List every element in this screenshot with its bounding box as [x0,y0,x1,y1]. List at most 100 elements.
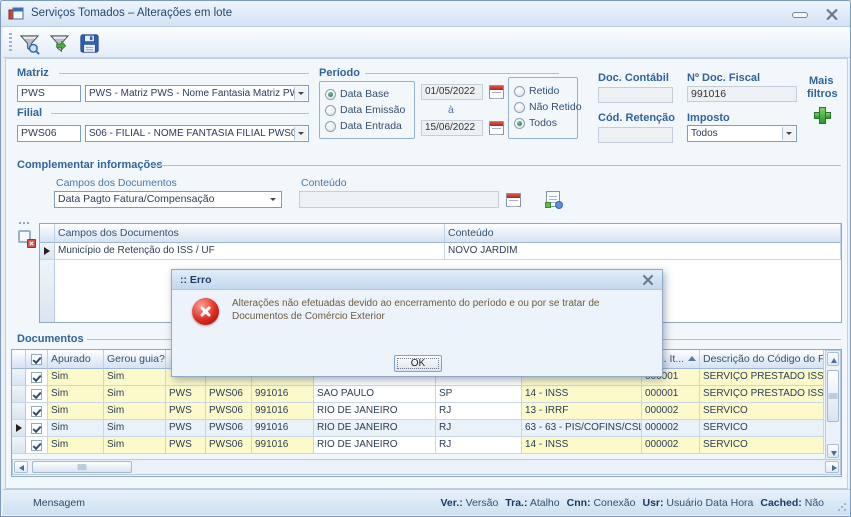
save-button[interactable] [75,29,103,56]
table-cell[interactable]: 13 - IRRF [522,403,642,420]
delete-row-button[interactable] [16,228,36,248]
table-cell[interactable]: PWS06 [206,420,252,437]
scroll-right-button[interactable] [825,461,839,473]
table-cell[interactable]: Sim [48,403,104,420]
table-cell[interactable]: 14 - INSS [522,437,642,454]
table-cell[interactable]: RIO DE JANEIRO [314,420,436,437]
table-row[interactable]: SimSimPWSPWS06991016RIO DE JANEIRORJ63 -… [12,420,841,437]
row-checkbox-cell[interactable] [26,437,48,454]
radio-option[interactable]: Data Base [320,86,414,102]
table-cell[interactable]: 000001 [642,386,700,403]
radio-option[interactable]: Todos [509,115,577,131]
table-cell[interactable]: Sim [104,369,166,386]
table-cell[interactable]: SERVIÇO PRESTADO ISS [700,369,824,386]
matriz-code-input[interactable]: PWS [17,85,81,102]
table-cell[interactable]: PWS [166,386,206,403]
select-all-header[interactable] [26,350,48,369]
calendar-icon[interactable] [489,121,504,135]
table-cell[interactable]: NOVO JARDIM [445,243,841,260]
radio-option[interactable]: Data Emissão [320,102,414,118]
titlebar[interactable]: Serviços Tomados – Alterações em lote [1,1,850,27]
table-cell[interactable]: 000002 [642,420,700,437]
table-cell[interactable]: PWS [166,437,206,454]
table-cell[interactable]: 991016 [252,437,314,454]
date-from-input[interactable]: 01/05/2022 [421,84,483,100]
chevron-down-icon[interactable] [267,193,280,206]
row-checkbox-cell[interactable] [26,386,48,403]
table-cell[interactable]: SP [436,386,522,403]
resize-grip[interactable] [837,502,847,512]
table-row[interactable]: SimSimPWSPWS06991016SAO PAULOSP14 - INSS… [12,386,841,403]
checkbox-icon[interactable] [31,389,42,400]
table-cell[interactable]: Município de Retenção do ISS / UF [55,243,445,260]
column-header[interactable]: Conteúdo [445,224,841,243]
table-cell[interactable]: 991016 [252,386,314,403]
minimize-button[interactable] [792,12,808,18]
mais-filtros-add-icon[interactable] [814,107,829,122]
table-cell[interactable]: PWS06 [206,403,252,420]
scrollbar-thumb[interactable] [827,370,839,422]
column-header[interactable]: Descrição do Código do P [700,350,824,369]
table-cell[interactable]: Sim [48,437,104,454]
column-header[interactable]: Campos dos Documentos [55,224,445,243]
radio-option[interactable]: Retido [509,83,577,99]
table-cell[interactable]: Sim [104,386,166,403]
table-cell[interactable]: Sim [104,403,166,420]
table-cell[interactable]: Sim [48,369,104,386]
chevron-down-icon[interactable] [294,127,307,140]
table-cell[interactable]: SERVICO [700,437,824,454]
table-cell[interactable]: Sim [104,420,166,437]
column-header[interactable]: Apurado [48,350,104,369]
error-dialog-titlebar[interactable]: :: Erro [172,270,662,290]
table-row[interactable]: SimSimPWSPWS06991016RIO DE JANEIRORJ13 -… [12,403,841,420]
scroll-up-button[interactable] [827,352,839,366]
table-cell[interactable]: 14 - INSS [522,386,642,403]
calendar-icon[interactable] [489,85,504,99]
row-checkbox-cell[interactable] [26,420,48,437]
filter-search-button[interactable] [15,29,43,56]
checkbox-icon[interactable] [31,372,42,383]
matriz-combo[interactable]: PWS - Matriz PWS - Nome Fantasia Matriz … [85,85,309,102]
filial-code-input[interactable]: PWS06 [17,125,81,142]
checkbox-icon[interactable] [31,406,42,417]
row-checkbox-cell[interactable] [26,403,48,420]
table-cell[interactable]: RJ [436,403,522,420]
table-cell[interactable]: RIO DE JANEIRO [314,437,436,454]
radio-option[interactable]: Data Entrada [320,118,414,134]
doc-contabil-input[interactable] [598,87,673,103]
horizontal-scrollbar[interactable] [12,459,841,475]
table-cell[interactable]: 63 - 63 - PIS/COFINS/CSLL [522,420,642,437]
table-cell[interactable]: RIO DE JANEIRO [314,403,436,420]
table-cell[interactable]: SERVICO [700,403,824,420]
ok-button[interactable]: OK [394,355,442,372]
error-dialog-close-button[interactable] [642,274,654,286]
imposto-combo[interactable]: Todos [687,125,797,142]
checkbox-icon[interactable] [31,440,42,451]
vertical-scrollbar[interactable] [825,350,841,460]
table-cell[interactable]: 000002 [642,437,700,454]
calendar-icon[interactable] [506,193,521,207]
table-cell[interactable]: 000002 [642,403,700,420]
toolbar-grip[interactable] [9,33,12,53]
scroll-left-button[interactable] [14,461,28,473]
chevron-down-icon[interactable] [782,127,795,140]
add-document-icon[interactable] [546,191,560,207]
table-row[interactable]: SimSimPWSPWS06991016RIO DE JANEIRORJ14 -… [12,437,841,454]
cod-retencao-input[interactable] [598,127,673,143]
table-cell[interactable]: 991016 [252,403,314,420]
table-cell[interactable]: SAO PAULO [314,386,436,403]
table-cell[interactable]: PWS06 [206,437,252,454]
table-cell[interactable]: RJ [436,437,522,454]
column-header[interactable]: Gerou guia? [104,350,166,369]
scrollbar-thumb[interactable] [32,461,132,473]
table-row[interactable]: Município de Retenção do ISS / UFNOVO JA… [40,243,841,260]
table-cell[interactable]: SERVICO [700,420,824,437]
table-cell[interactable]: PWS [166,403,206,420]
campos-documentos-combo[interactable]: Data Pagto Fatura/Compensação [54,191,282,208]
num-doc-fiscal-input[interactable]: 991016 [687,86,797,102]
chevron-down-icon[interactable] [294,87,307,100]
table-cell[interactable]: PWS06 [206,386,252,403]
checkbox-icon[interactable] [31,354,42,365]
close-button[interactable] [825,8,839,21]
table-cell[interactable]: Sim [104,437,166,454]
